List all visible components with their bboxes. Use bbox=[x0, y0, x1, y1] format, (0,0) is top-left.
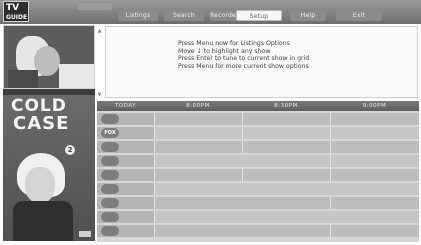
grid-row[interactable]: FOX bbox=[97, 126, 419, 139]
channel-logo: FOX bbox=[101, 128, 119, 138]
portrait-face bbox=[25, 167, 55, 203]
grid-header-time-2: 8:30PM bbox=[274, 103, 298, 109]
channel-cell[interactable] bbox=[97, 225, 154, 237]
scroll-up-icon[interactable]: ▲ bbox=[96, 28, 103, 34]
program-cell[interactable] bbox=[154, 127, 242, 139]
channel-logo bbox=[101, 142, 119, 152]
tv-guide-logo: TV GUIDE bbox=[3, 1, 29, 22]
grid-header: TODAY 8:00PM 8:30PM 9:00PM bbox=[97, 101, 419, 111]
channel-cell[interactable] bbox=[97, 169, 154, 181]
promo-tag bbox=[79, 231, 91, 237]
tab-mini[interactable] bbox=[78, 3, 112, 10]
channel-cell[interactable] bbox=[97, 197, 154, 209]
tv-guide-screen: TV GUIDE Listings Search Recorded Setup … bbox=[0, 0, 421, 245]
program-cell[interactable] bbox=[154, 211, 419, 223]
info-line: Move ↓ to highlight any show bbox=[178, 47, 271, 55]
promo-ad-panel[interactable]: COLD CASE 2 bbox=[3, 95, 95, 241]
program-cell[interactable] bbox=[330, 141, 419, 153]
portrait-coat bbox=[13, 201, 73, 241]
tab-setup[interactable]: Setup bbox=[236, 10, 282, 21]
promo-portrait bbox=[13, 153, 73, 241]
live-tv-preview[interactable] bbox=[3, 25, 95, 89]
channel-logo bbox=[101, 212, 119, 222]
program-cell[interactable] bbox=[242, 141, 330, 153]
channel-logo bbox=[101, 156, 119, 166]
grid-row[interactable] bbox=[97, 210, 419, 223]
tab-search[interactable]: Search bbox=[164, 10, 204, 21]
program-cell[interactable] bbox=[330, 113, 419, 125]
logo-text-bottom: GUIDE bbox=[6, 14, 28, 21]
top-bar: TV GUIDE Listings Search Recorded Setup … bbox=[0, 0, 421, 24]
grid-row[interactable] bbox=[97, 140, 419, 153]
channel-logo bbox=[101, 198, 119, 208]
channel-cell[interactable] bbox=[97, 183, 154, 195]
program-cell[interactable] bbox=[242, 127, 330, 139]
program-cell[interactable] bbox=[330, 127, 419, 139]
program-cell[interactable] bbox=[330, 225, 419, 237]
info-line: Press Menu for more current show options bbox=[178, 62, 309, 70]
info-line: Press Menu now for Listings Options bbox=[178, 40, 290, 47]
channel-logo bbox=[101, 226, 119, 236]
channel-cell[interactable] bbox=[97, 211, 154, 223]
program-cell[interactable] bbox=[242, 113, 330, 125]
channel-cell[interactable] bbox=[97, 113, 154, 125]
grid-row[interactable] bbox=[97, 182, 419, 195]
program-cell[interactable] bbox=[154, 197, 330, 209]
logo-text-top: TV bbox=[6, 3, 20, 13]
program-cell[interactable] bbox=[330, 155, 419, 167]
grid-row[interactable] bbox=[97, 154, 419, 167]
promo-title-line2: CASE bbox=[13, 113, 70, 134]
channel-cell[interactable]: FOX bbox=[97, 127, 154, 139]
program-cell[interactable] bbox=[330, 197, 419, 209]
grid-header-time-1: 8:00PM bbox=[186, 103, 210, 109]
channel-logo bbox=[101, 114, 119, 124]
program-cell[interactable] bbox=[154, 113, 242, 125]
listings-grid: TODAY 8:00PM 8:30PM 9:00PM FOX bbox=[97, 101, 419, 242]
program-cell[interactable] bbox=[242, 169, 330, 181]
preview-background bbox=[59, 64, 94, 88]
program-cell[interactable] bbox=[154, 155, 330, 167]
grid-row[interactable] bbox=[97, 196, 419, 209]
grid-header-time-3: 9:00PM bbox=[362, 103, 387, 109]
scroll-down-icon[interactable]: ▼ bbox=[96, 92, 103, 98]
info-instructions: Press Menu now for Listings Options Move… bbox=[178, 40, 309, 70]
preview-shadow bbox=[8, 70, 38, 88]
channel-cell[interactable] bbox=[97, 141, 154, 153]
program-cell[interactable] bbox=[154, 183, 419, 195]
grid-header-day: TODAY bbox=[114, 103, 137, 109]
tab-listings[interactable]: Listings bbox=[118, 10, 158, 21]
program-cell[interactable] bbox=[154, 141, 242, 153]
program-cell[interactable] bbox=[154, 169, 242, 181]
info-panel: Press Menu now for Listings Options Move… bbox=[105, 26, 418, 98]
channel-cell[interactable] bbox=[97, 155, 154, 167]
info-line: Press Enter to tune to current show in g… bbox=[178, 55, 310, 62]
tab-exit[interactable]: Exit bbox=[336, 10, 382, 21]
program-cell[interactable] bbox=[330, 169, 419, 181]
channel-logo bbox=[101, 184, 119, 194]
tab-help[interactable]: Help bbox=[290, 10, 326, 21]
channel-logo bbox=[101, 170, 119, 180]
grid-row[interactable] bbox=[97, 224, 419, 237]
grid-row[interactable] bbox=[97, 112, 419, 125]
grid-row[interactable] bbox=[97, 168, 419, 181]
program-cell[interactable] bbox=[154, 225, 330, 237]
